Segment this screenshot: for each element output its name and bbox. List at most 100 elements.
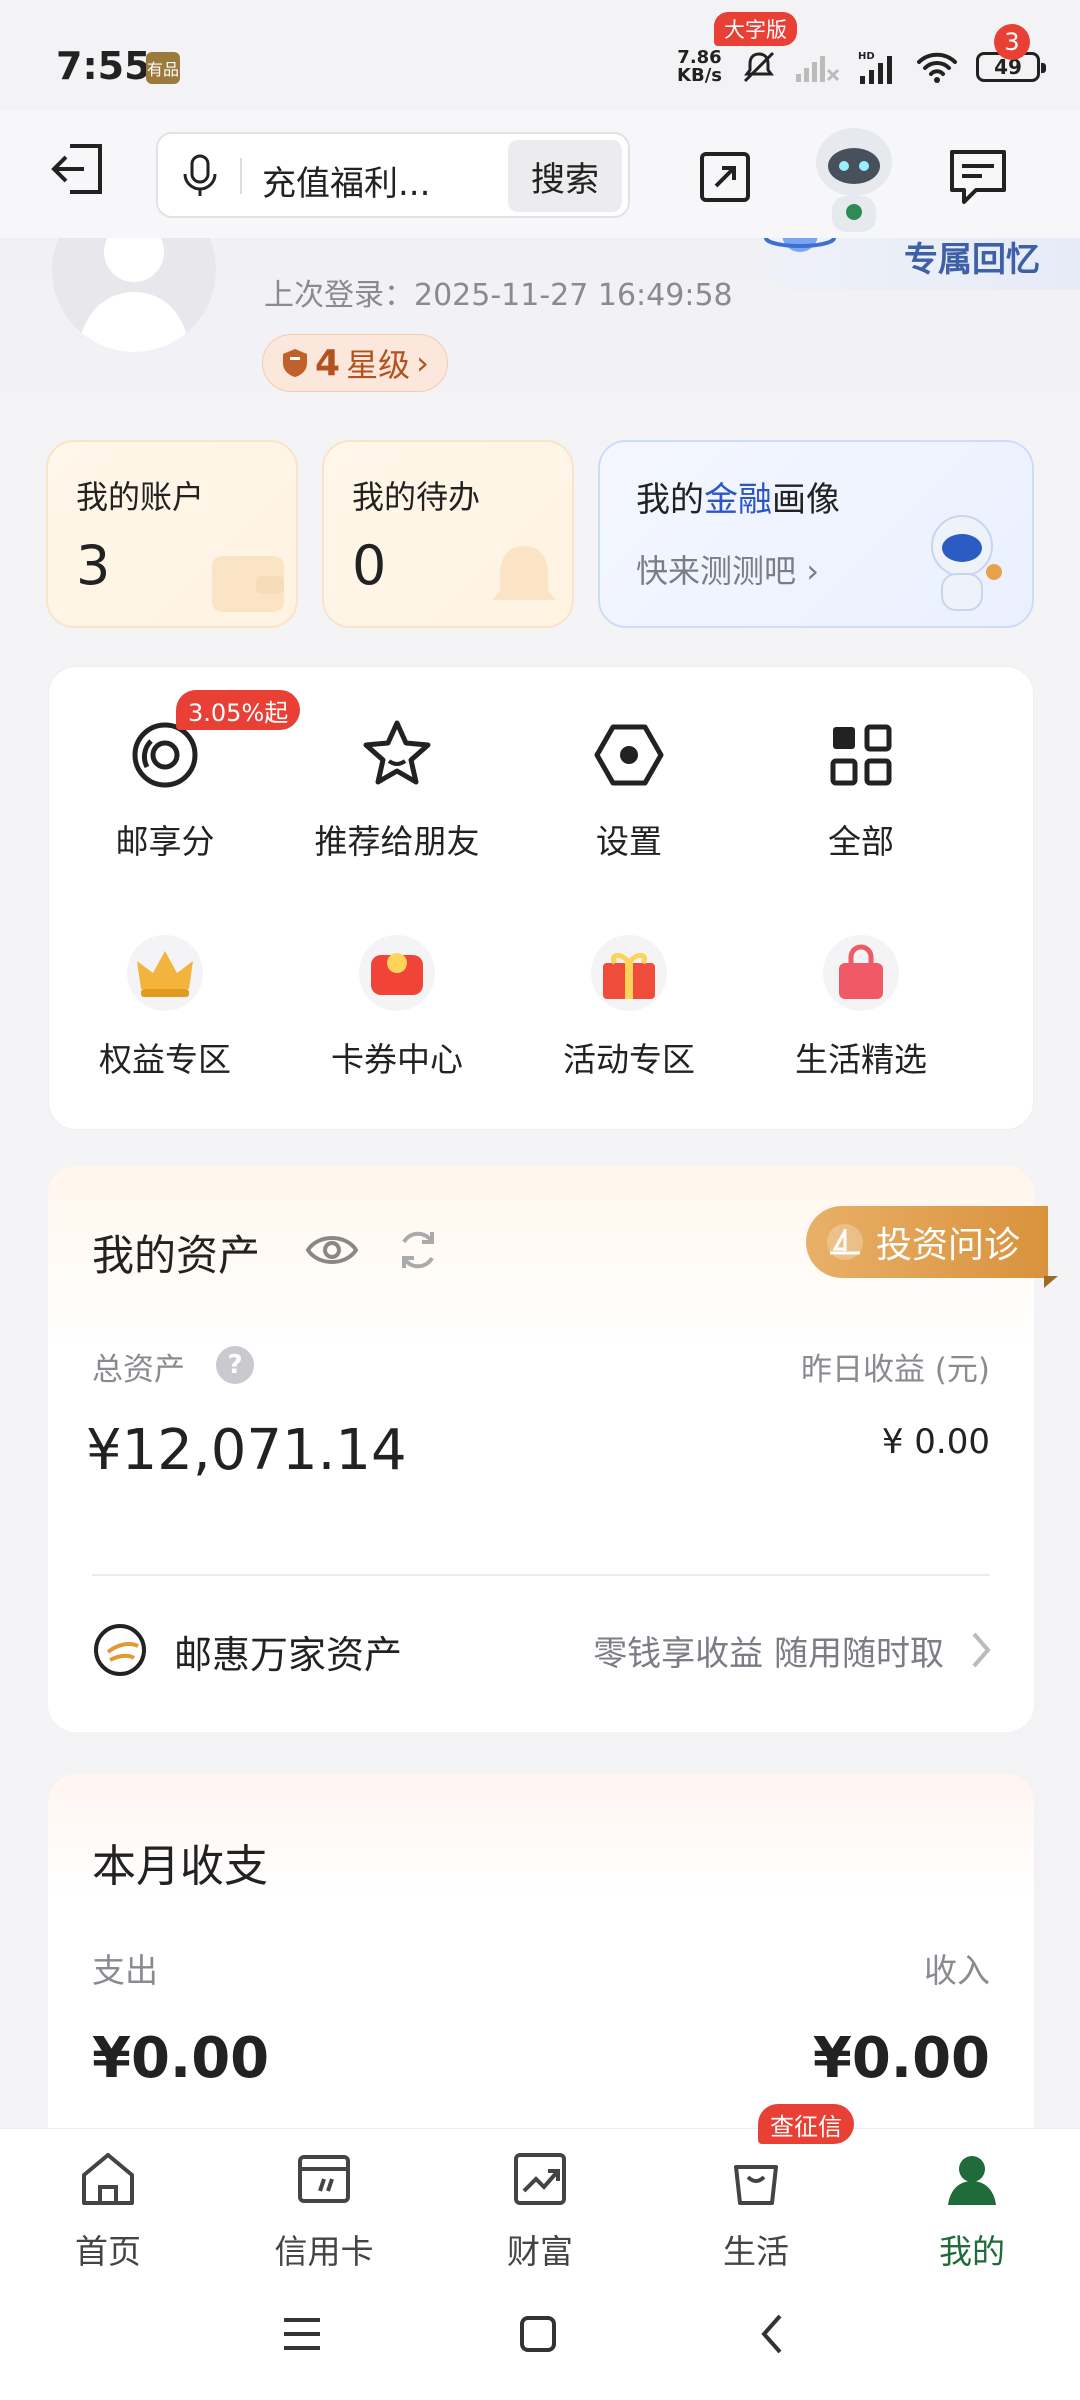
settings-icon — [594, 724, 664, 786]
wifi-icon — [917, 52, 957, 83]
tab-label: 信用卡 — [274, 2232, 374, 2271]
message-icon[interactable] — [946, 144, 1010, 208]
monthly-title: 本月收支 — [92, 1841, 268, 1892]
my-accounts-label: 我的账户 — [76, 478, 205, 516]
service-all[interactable]: 全部 — [745, 715, 977, 895]
financial-profile-title: 我的金融画像 — [636, 472, 840, 521]
shopping-bag-icon — [734, 2165, 778, 2205]
total-assets-label: 总资产 — [92, 1352, 185, 1388]
user-icon — [948, 2156, 996, 2205]
assistant-robot-icon[interactable] — [806, 120, 902, 236]
page: 7:55 有品 7.86 KB/s HD 49 上次登录：2025-11-27 … — [0, 0, 1080, 2400]
home-icon — [82, 2153, 134, 2205]
service-rights-zone[interactable]: 权益专区 — [49, 933, 281, 1113]
expense-label: 支出 — [92, 1951, 158, 1990]
assets-divider — [92, 1574, 990, 1576]
service-activity-zone[interactable]: 活动专区 — [513, 933, 745, 1113]
youhui-wanjia-logo-icon — [94, 1624, 146, 1676]
wallet-icon — [212, 556, 284, 612]
yesterday-earnings-label: 昨日收益 (元) — [800, 1352, 990, 1388]
message-count-badge: 3 — [994, 24, 1030, 60]
youhui-wanjia-title[interactable]: 邮惠万家资产 — [174, 1624, 402, 1679]
service-coupon-center[interactable]: 卡券中心 — [281, 933, 513, 1113]
bell-icon — [492, 546, 556, 600]
app-tag: 有品 — [146, 52, 180, 84]
credit-report-badge: 查征信 — [758, 2104, 854, 2144]
financial-profile-subtitle-text: 快来测测吧 — [636, 552, 797, 590]
menu-icon[interactable] — [272, 2304, 332, 2364]
youhui-wanjia-slogan[interactable]: 零钱享收益 随用随时取 — [593, 1626, 944, 1675]
service-label: 设置 — [596, 822, 662, 861]
diagnosis-ribbon-tail — [1044, 1276, 1058, 1288]
shopping-bag-icon — [823, 935, 899, 1011]
tab-wealth[interactable]: 财富 — [432, 2137, 648, 2271]
service-recommend-friends[interactable]: 推荐给朋友 — [281, 715, 513, 895]
crown-icon — [127, 935, 203, 1011]
search-divider — [240, 158, 242, 194]
yesterday-earnings-value: ¥ 0.00 — [881, 1422, 990, 1462]
back-icon[interactable] — [744, 2304, 804, 2364]
tab-life[interactable]: 生活 — [648, 2137, 864, 2271]
big-font-mode-icon[interactable] — [688, 140, 762, 214]
help-icon[interactable]: ? — [216, 1346, 254, 1384]
tab-home[interactable]: 首页 — [0, 2137, 216, 2271]
exclusive-memory-label: 专属回忆 — [904, 240, 1040, 280]
total-assets-value: ¥12,071.14 — [86, 1418, 407, 1483]
star-level-text: 星级 — [346, 346, 411, 384]
astronaut-icon — [931, 515, 1002, 611]
my-accounts-count: 3 — [76, 534, 111, 597]
service-label: 权益专区 — [99, 1040, 231, 1079]
mute-icon — [743, 51, 775, 83]
gift-icon — [591, 935, 667, 1011]
service-youxiangfen[interactable]: 邮享分 — [49, 715, 281, 895]
search-input[interactable]: 充值福利... — [262, 156, 430, 205]
service-settings[interactable]: 设置 — [513, 715, 745, 895]
my-assets-title: 我的资产 — [92, 1231, 261, 1280]
investment-diagnosis-label: 投资问诊 — [876, 1225, 1021, 1266]
star-level-badge[interactable]: 4 星级 › — [262, 334, 448, 392]
my-todo-label: 我的待办 — [352, 478, 481, 516]
big-font-badge: 大字版 — [714, 12, 797, 46]
income-label: 收入 — [924, 1951, 990, 1990]
financial-profile-title-post: 画像 — [772, 480, 840, 520]
microphone-icon[interactable] — [180, 154, 220, 198]
coupon-icon — [359, 935, 435, 1011]
services-grid: 邮享分 推荐给朋友 设置 全部 权益专区 卡券中心 活动专区 生活精选 — [48, 666, 1034, 1130]
home-square-icon[interactable] — [508, 2304, 568, 2364]
service-label: 活动专区 — [563, 1040, 695, 1079]
expense-value: ¥0.00 — [92, 2026, 270, 2091]
chevron-right-icon[interactable] — [966, 1628, 996, 1672]
signal-off-icon — [796, 56, 840, 82]
credit-card-icon — [298, 2155, 350, 2203]
service-life-selection[interactable]: 生活精选 — [745, 933, 977, 1113]
income-value: ¥0.00 — [812, 2026, 990, 2091]
eye-icon[interactable] — [304, 1222, 360, 1278]
tab-mine[interactable]: 我的 — [864, 2137, 1080, 2271]
logout-icon[interactable] — [48, 138, 110, 200]
tab-label: 财富 — [507, 2232, 573, 2271]
financial-profile-card[interactable]: 我的金融画像 快来测测吧 › — [598, 440, 1034, 628]
tab-label: 我的 — [939, 2232, 1005, 2271]
status-time: 7:55 — [56, 44, 151, 88]
search-button[interactable]: 搜索 — [508, 140, 622, 212]
service-label: 卡券中心 — [331, 1040, 463, 1079]
network-speed: 7.86 KB/s — [677, 49, 722, 85]
refresh-icon[interactable] — [392, 1224, 444, 1276]
signal-icon: HD — [858, 51, 892, 84]
grid-icon — [830, 724, 892, 786]
tab-label: 首页 — [75, 2232, 141, 2271]
rate-badge: 3.05%起 — [176, 690, 301, 730]
investment-diagnosis-button[interactable]: 投资问诊 — [806, 1206, 1058, 1288]
tab-credit-card[interactable]: 信用卡 — [216, 2137, 432, 2271]
my-accounts-card[interactable]: 我的账户 3 — [46, 440, 298, 628]
search-bar[interactable]: 充值福利... 搜索 — [156, 132, 630, 218]
my-todo-card[interactable]: 我的待办 0 — [322, 440, 574, 628]
tab-label: 生活 — [723, 2232, 789, 2271]
system-navigation-bar — [0, 2268, 1080, 2400]
bottom-tab-bar: 首页 信用卡 财富 生活 我的 — [0, 2128, 1080, 2271]
star-icon — [363, 720, 431, 785]
financial-profile-subtitle: 快来测测吧 › — [636, 552, 819, 590]
top-header: 充值福利... 搜索 — [0, 110, 1080, 238]
star-level-number: 4 — [315, 342, 341, 384]
service-label: 生活精选 — [795, 1040, 927, 1079]
